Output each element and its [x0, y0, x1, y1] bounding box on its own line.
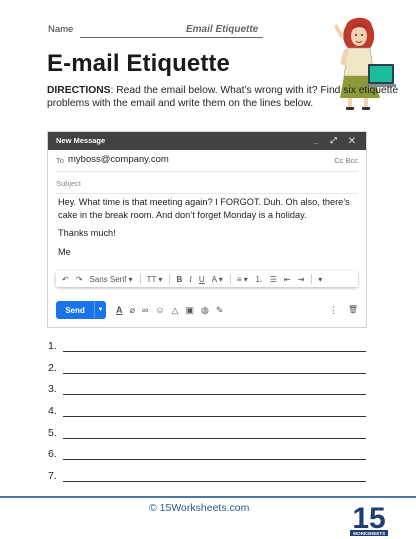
divider [229, 274, 231, 284]
chevron-down-icon[interactable]: ▼ [94, 301, 106, 319]
line-number: 6. [48, 448, 57, 461]
body-signature: Me [58, 246, 71, 257]
bulleted-list-icon[interactable]: ☰ [270, 275, 277, 284]
divider [311, 274, 313, 284]
directions-label: DIRECTIONS [47, 85, 111, 96]
email-compose-window: New Message _ ⤢ ✕ To myboss@company.com … [48, 132, 366, 327]
font-select[interactable]: Sans Serif ▾ [89, 275, 132, 284]
name-line[interactable] [80, 37, 263, 38]
compose-title: New Message [56, 136, 106, 145]
send-button[interactable]: Send ▼ [56, 301, 106, 319]
send-label: Send [65, 305, 85, 315]
drive-icon[interactable]: △ [172, 305, 179, 316]
to-row: To myboss@company.com Cc Bcc [56, 150, 358, 172]
svg-text:WORKSHEETS: WORKSHEETS [353, 531, 385, 536]
indent-more-icon[interactable]: ⇥ [298, 275, 305, 284]
subject-row: Subject [56, 172, 358, 194]
write-line [63, 481, 366, 483]
write-line [63, 416, 366, 418]
font-size-icon[interactable]: TT ▾ [147, 275, 163, 284]
subject-field[interactable]: Subject [56, 179, 81, 188]
confidential-mode-icon[interactable]: ◍ [201, 305, 209, 316]
answer-line[interactable]: 5. [48, 427, 366, 449]
formatting-options-icon[interactable]: A [116, 305, 123, 316]
cc-bcc-link[interactable]: Cc Bcc [334, 156, 358, 165]
compose-header: New Message _ ⤢ ✕ [48, 132, 366, 150]
to-label: To [56, 156, 64, 165]
attach-file-icon[interactable]: ⌀ [130, 305, 135, 316]
write-line [63, 372, 366, 374]
compose-actions: Send ▼ A ⌀ ∞ ☺ △ ▣ ◍ ✎ ⋮ 🗑 [56, 300, 358, 320]
formatting-toolbar: ↶ ↷ Sans Serif ▾ TT ▾ B I U A ▾ ≡ ▾ ⒈ ☰ … [56, 271, 358, 287]
line-number: 4. [48, 405, 57, 418]
compose-tools: A ⌀ ∞ ☺ △ ▣ ◍ ✎ [116, 305, 223, 316]
indent-less-icon[interactable]: ⇤ [284, 275, 291, 284]
write-line [63, 437, 366, 439]
insert-photo-icon[interactable]: ▣ [185, 305, 194, 316]
worksheets-logo: 15 WORKSHEETS [350, 502, 388, 536]
email-body[interactable]: Hey. What time is that meeting again? I … [58, 196, 358, 264]
to-field[interactable]: myboss@company.com [68, 154, 169, 165]
divider [139, 274, 141, 284]
undo-icon[interactable]: ↶ [62, 275, 69, 284]
answer-line[interactable]: 7. [48, 470, 366, 492]
write-line [63, 351, 366, 352]
answer-line[interactable]: 6. [48, 448, 366, 470]
line-number: 3. [48, 383, 57, 396]
divider [169, 274, 171, 284]
italic-icon[interactable]: I [189, 275, 192, 284]
more-formatting-icon[interactable]: ▾ [318, 275, 322, 284]
bold-icon[interactable]: B [176, 275, 182, 284]
line-number: 5. [48, 426, 57, 439]
answer-line[interactable]: 1. [48, 340, 366, 362]
directions: DIRECTIONS: Read the email below. What’s… [47, 84, 416, 111]
body-closing: Thanks much! [58, 228, 116, 239]
line-number: 1. [48, 340, 57, 352]
redo-icon[interactable]: ↷ [76, 275, 83, 284]
window-controls[interactable]: _ ⤢ ✕ [314, 132, 360, 150]
name-label: Name [48, 24, 74, 35]
write-line [63, 459, 366, 461]
insert-link-icon[interactable]: ∞ [142, 305, 148, 316]
worksheet-title: Email Etiquette [186, 24, 259, 35]
answer-line[interactable]: 3. [48, 383, 366, 405]
text-color-icon[interactable]: A ▾ [212, 275, 223, 284]
align-icon[interactable]: ≡ ▾ [237, 275, 248, 284]
more-options-icon[interactable]: ⋮ [329, 305, 338, 316]
compose-right-tools: ⋮ 🗑 [329, 305, 358, 316]
answer-line[interactable]: 4. [48, 405, 366, 427]
trash-icon[interactable]: 🗑 [348, 305, 358, 316]
write-line [63, 394, 366, 396]
body-paragraph: Hey. What time is that meeting again? I … [58, 197, 350, 220]
footer-copyright: © 15Worksheets.com [149, 502, 250, 514]
emoji-icon[interactable]: ☺ [155, 305, 164, 316]
numbered-list-icon[interactable]: ⒈ [255, 274, 263, 285]
line-number: 7. [48, 470, 57, 483]
page-title: E-mail Etiquette [47, 50, 230, 77]
signature-icon[interactable]: ✎ [216, 305, 224, 316]
underline-icon[interactable]: U [199, 275, 205, 284]
answer-line[interactable]: 2. [48, 362, 366, 384]
line-number: 2. [48, 361, 57, 374]
answer-lines: 1. 2. 3. 4. 5. 6. 7. [48, 340, 366, 492]
